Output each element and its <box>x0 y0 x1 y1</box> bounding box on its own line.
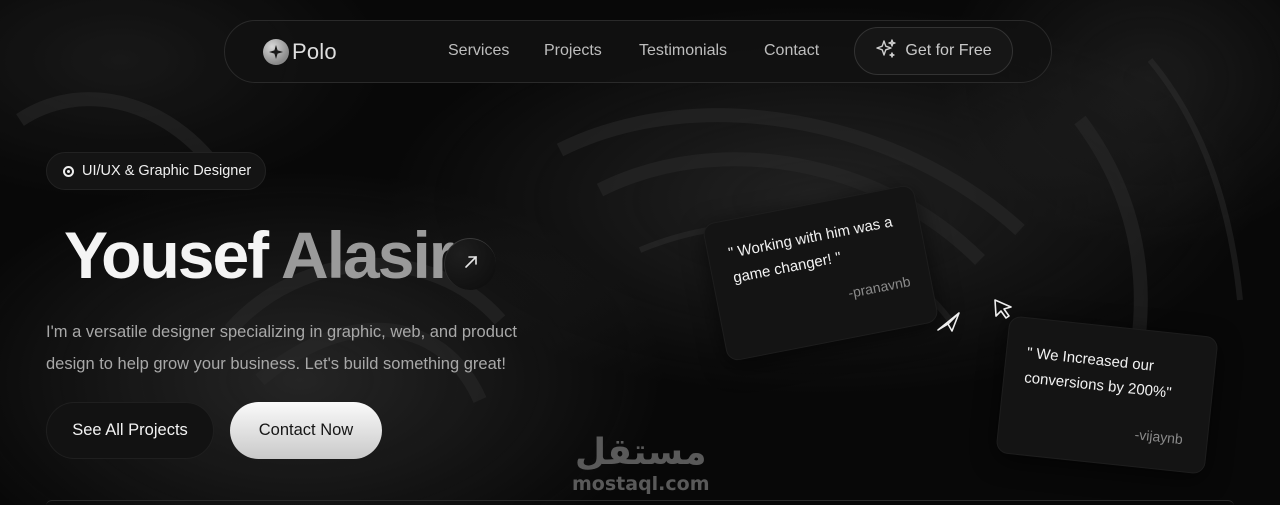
target-dot-icon <box>63 165 74 177</box>
brand-logo[interactable]: Polo <box>263 39 337 65</box>
name-arrow-button[interactable] <box>444 238 496 290</box>
get-for-free-button[interactable]: Get for Free <box>854 27 1013 75</box>
nav-link-services[interactable]: Services <box>448 42 509 60</box>
nav-link-testimonials[interactable]: Testimonials <box>639 42 727 60</box>
section-divider <box>46 500 1234 505</box>
hero-name: Yousef Alasir <box>64 222 454 288</box>
testimonial-author: -pranavnb <box>846 273 912 301</box>
role-badge-label: UI/UX & Graphic Designer <box>82 163 252 179</box>
testimonial-card: " Working with him was a game changer! "… <box>701 183 940 363</box>
watermark-arabic: مستقل <box>574 432 707 473</box>
get-for-free-label: Get for Free <box>905 42 992 59</box>
sparkle-logo-icon <box>263 39 289 65</box>
watermark-latin: mostaql.com <box>572 473 710 495</box>
testimonial-quote: " We Increased our conversions by 200%" <box>1023 344 1173 402</box>
role-badge: UI/UX & Graphic Designer <box>46 152 267 190</box>
hero-description: I'm a versatile designer specializing in… <box>46 323 517 373</box>
mouse-pointer-icon <box>992 297 1014 326</box>
sparkles-icon <box>875 38 897 65</box>
contact-now-button[interactable]: Contact Now <box>230 402 382 459</box>
testimonial-card: " We Increased our conversions by 200%" … <box>995 315 1219 475</box>
testimonial-author: -vijaynb <box>1133 426 1184 448</box>
arrow-up-right-icon <box>461 252 481 277</box>
watermark: مستقل mostaql.com <box>572 432 710 496</box>
send-arrow-icon <box>936 310 962 339</box>
nav-link-projects[interactable]: Projects <box>544 42 602 60</box>
see-all-projects-button[interactable]: See All Projects <box>46 402 214 459</box>
nav-link-contact[interactable]: Contact <box>764 42 819 60</box>
hero-last-name: Alasir <box>281 218 454 292</box>
brand-name: Polo <box>292 39 337 64</box>
top-navbar: Polo Services Projects Testimonials Cont… <box>224 20 1052 83</box>
hero-first-name: Yousef <box>64 218 269 292</box>
